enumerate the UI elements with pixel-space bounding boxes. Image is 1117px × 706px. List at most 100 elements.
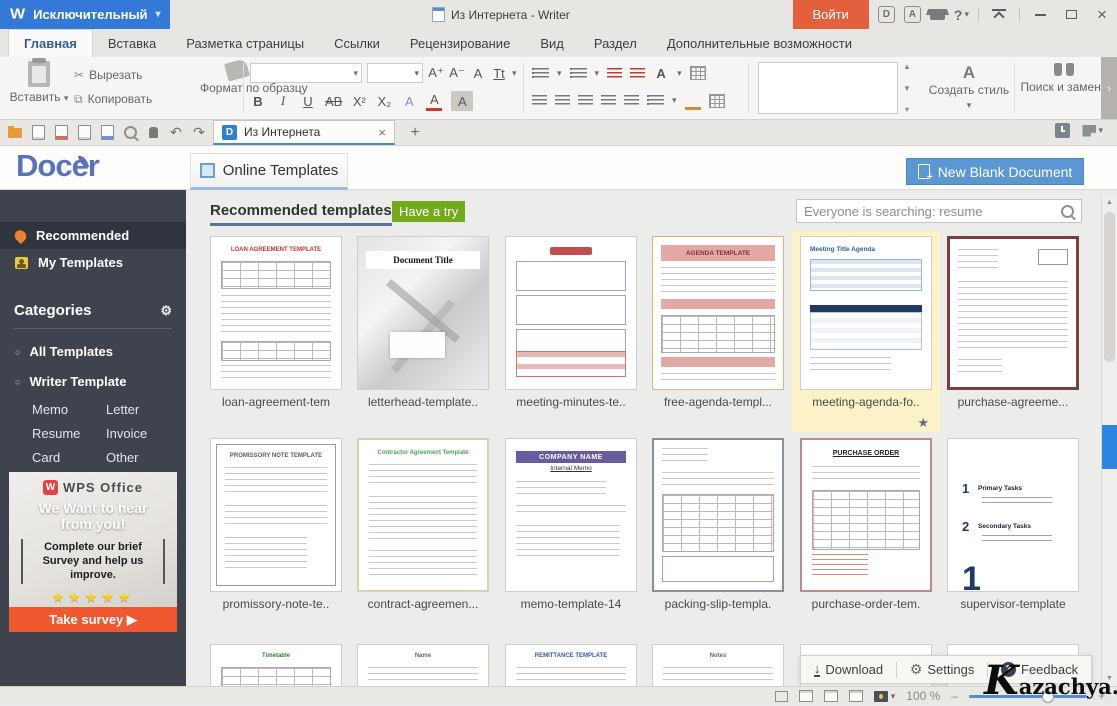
template-card[interactable]: Timetable [210,644,342,686]
subcategory-letter[interactable]: Letter [106,402,186,417]
new-style-button[interactable]: A Создать стиль ▾ [925,63,1013,111]
chevron-down-icon[interactable]: ▾ [677,68,682,79]
ribbon-overflow-button[interactable]: › [1101,57,1117,119]
numbered-list-icon[interactable] [570,68,587,79]
skin-icon[interactable] [930,9,945,20]
align-left-icon[interactable] [532,95,547,106]
borders-icon[interactable] [709,94,725,108]
shrink-font-button[interactable]: A⁻ [449,63,465,83]
print-preview-button[interactable] [98,123,116,142]
line-spacing-icon[interactable] [647,95,664,106]
sidebar-item-all-templates[interactable]: ○ All Templates [0,344,186,359]
decrease-indent-icon[interactable] [607,68,622,79]
collapse-ribbon-button[interactable] [988,5,1010,25]
close-tab-icon[interactable]: × [378,125,386,140]
underline-button[interactable]: U [300,91,316,111]
increase-indent-icon[interactable] [630,68,645,79]
subcategory-resume[interactable]: Resume [32,426,106,441]
presentation-mode-button[interactable]: ▾ [874,691,896,702]
paste-button[interactable]: Вставить ▾ [8,61,70,104]
outline-view-icon[interactable] [849,690,863,702]
chevron-down-icon[interactable]: ▾ [557,68,562,79]
clear-formatting-button[interactable]: A [470,63,486,83]
gear-icon[interactable]: ⚙ [160,303,172,319]
template-card[interactable]: LOAN AGREEMENT TEMPLATE loan-agreement-t… [210,236,342,409]
template-card[interactable]: purchase-agreeme... [947,236,1079,409]
sidebar-item-writer-template[interactable]: ○ Writer Template [0,374,186,389]
shading-color-icon[interactable] [685,91,701,110]
styles-more-icon[interactable]: ▾ [905,105,909,114]
redo-button[interactable]: ↷ [190,123,208,142]
search-icon[interactable] [1061,205,1074,218]
template-card-selected[interactable]: Meeting Title Agenda meeting-agenda-fo.. [800,236,932,409]
styles-down-icon[interactable]: ▼ [903,84,911,93]
tab-references[interactable]: Ссылки [319,30,395,57]
have-a-try-badge[interactable]: Have a try [392,201,465,222]
favorite-star-icon[interactable]: ★ [917,415,929,431]
template-card[interactable]: COMPANY NAME Internal Memo memo-template… [505,438,637,611]
hand-tool-button[interactable] [144,123,162,142]
undo-button[interactable]: ↶ [167,123,185,142]
template-card[interactable]: Notes [652,644,784,686]
docer-badge-icon[interactable]: D [878,6,895,23]
distribute-icon[interactable] [624,95,639,106]
chevron-down-icon[interactable]: ▾ [156,9,161,20]
text-effects-button[interactable]: A [401,91,417,111]
close-button[interactable]: × [1091,5,1113,25]
tab-page-layout[interactable]: Разметка страницы [171,30,319,57]
scrollbar-thumb[interactable] [1104,212,1115,362]
copy-button[interactable]: ⧉ Копировать [74,87,152,111]
text-direction-icon[interactable]: A [653,63,669,83]
tab-online-templates[interactable]: Online Templates [190,153,348,190]
web-layout-icon[interactable] [824,690,838,702]
subcategory-memo[interactable]: Memo [32,402,106,417]
fullscreen-view-icon[interactable] [775,691,788,702]
font-size-combobox[interactable]: ▾ [367,63,423,83]
superscript-button[interactable]: X² [351,91,367,111]
template-card[interactable]: REMITTANCE TEMPLATE [505,644,637,686]
styles-up-icon[interactable]: ▲ [903,62,911,71]
zoom-out-button[interactable]: – [951,689,958,703]
strikethrough-button[interactable]: AB [325,91,342,111]
subcategory-invoice[interactable]: Invoice [106,426,186,441]
bullet-list-icon[interactable] [532,68,549,79]
app-tab[interactable]: W Исключительный ▾ [0,0,170,29]
template-card[interactable]: Name [357,644,489,686]
save-button[interactable] [29,123,47,142]
tab-section[interactable]: Раздел [579,30,652,57]
grow-font-button[interactable]: A⁺ [428,63,444,83]
bold-button[interactable]: B [250,91,266,111]
tab-special-features[interactable]: Дополнительные возможности [652,30,867,57]
align-center-icon[interactable] [555,95,570,106]
chevron-down-icon[interactable]: ▾ [512,68,517,79]
help-menu[interactable]: ? ▾ [954,7,969,23]
table-icon[interactable] [690,66,706,80]
take-survey-button[interactable]: Take survey ▶ [9,607,177,632]
tab-review[interactable]: Рецензирование [395,30,525,57]
italic-button[interactable]: I [275,91,291,111]
proofing-badge-icon[interactable]: A [904,6,921,23]
maximize-button[interactable] [1060,5,1082,25]
vertical-scrollbar[interactable]: ▲ ▼ [1101,195,1117,686]
template-card[interactable]: packing-slip-templa. [652,438,784,611]
subscript-button[interactable]: X₂ [376,91,392,111]
layout-switch-button[interactable]: ▾ [1082,125,1103,137]
char-shading-button[interactable]: A [451,91,473,111]
sidebar-item-my-templates[interactable]: My Templates [0,249,186,276]
tab-home[interactable]: Главная [8,29,93,57]
page-view-icon[interactable] [799,690,813,702]
chevron-down-icon[interactable]: ▾ [595,68,600,79]
font-name-combobox[interactable]: ▾ [250,63,362,83]
template-card[interactable]: Contractor Agreement Template contract-a… [357,438,489,611]
font-color-button[interactable]: A [426,92,442,111]
change-case-button[interactable]: Tt [491,63,507,83]
find-replace-button[interactable]: Поиск и замена [1018,63,1110,94]
search-box[interactable]: Everyone is searching: resume [796,199,1082,223]
tab-insert[interactable]: Вставка [93,30,171,57]
download-button[interactable]: ↓ Download [814,662,883,677]
styles-gallery[interactable] [758,62,898,114]
minimize-button[interactable] [1029,5,1051,25]
template-card[interactable]: Document Title letterhead-template.. [357,236,489,409]
chevron-down-icon[interactable]: ▾ [672,95,677,106]
login-button[interactable]: Войти [793,0,869,29]
